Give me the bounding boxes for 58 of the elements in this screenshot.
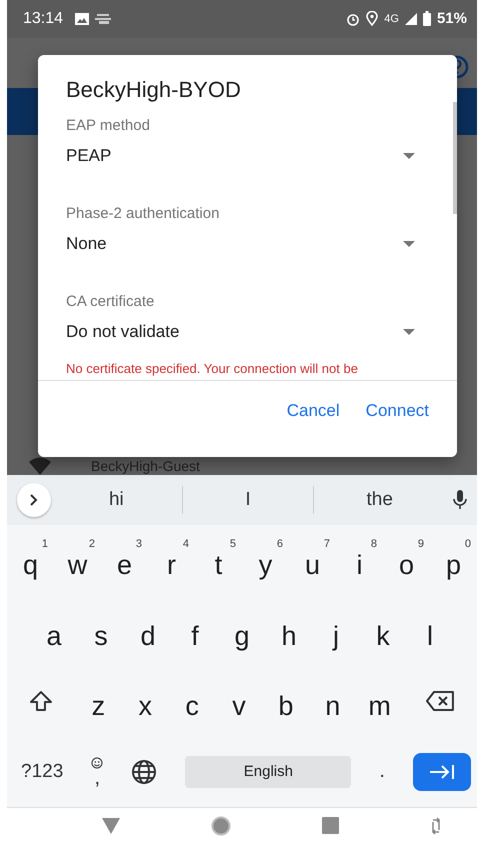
field-label: EAP method [66,116,150,134]
image-icon [75,12,90,25]
key[interactable]: b [262,679,310,724]
home-icon[interactable] [211,816,232,836]
key[interactable]: c [168,679,216,724]
warning-text: No certificate specified. Your connection will not be [38,360,457,381]
notification-icon [95,12,112,25]
recents-icon[interactable] [322,817,339,834]
network-type: 4G [384,12,399,25]
next-button[interactable] [413,752,471,791]
dropdown[interactable]: None [66,222,457,279]
dropdown-caret-icon [403,152,415,159]
key[interactable]: k [360,608,406,653]
comma-key[interactable]: , [94,768,100,787]
key[interactable]: x [122,679,169,724]
suggestion[interactable]: the [314,488,446,511]
shift-icon[interactable] [29,690,53,712]
key[interactable]: g [218,608,266,653]
microphone-icon[interactable] [453,490,468,510]
expand-toolbar-button[interactable] [17,482,51,517]
dropdown[interactable]: PEAP [66,134,457,191]
key[interactable]: m [356,679,404,724]
signal-icon [404,12,417,25]
key[interactable]: a [30,608,78,653]
wifi-icon [29,457,51,476]
back-icon[interactable] [102,818,120,834]
clock: 13:14 [23,10,64,28]
key[interactable]: v [216,679,262,724]
key[interactable]: f [172,608,218,653]
suggestion[interactable]: hi [51,488,182,511]
dialog-button[interactable]: Connect [358,394,437,427]
period-key[interactable]: . [379,760,385,784]
suggestion[interactable]: I [182,488,314,511]
chevron-right-icon [30,494,38,506]
dialog-title: BeckyHigh-BYOD [66,76,242,103]
key[interactable]: n [309,679,356,724]
field-label: Phase-2 authentication [66,204,220,222]
battery-percentage: 51% [436,10,467,28]
backspace-icon[interactable] [425,690,455,712]
alarm-icon [346,12,360,26]
symbols-key[interactable]: ?123 [21,760,64,783]
rotate-icon[interactable] [430,816,442,835]
field-label: CA certificate [66,292,154,310]
dropdown-caret-icon [403,240,415,247]
globe-icon[interactable] [131,758,158,785]
arrow-to-bar-icon [429,764,455,779]
dialog-button[interactable]: Cancel [278,394,348,427]
battery-icon [422,11,431,26]
key[interactable]: j [312,608,360,653]
space-bar[interactable]: English [185,756,352,788]
emoji-icon [91,756,104,769]
location-icon [366,11,378,26]
key[interactable]: z [74,679,122,724]
dropdown-caret-icon [403,328,415,335]
key[interactable]: l [406,608,454,653]
key[interactable]: h [266,608,312,653]
key[interactable]: s [78,608,124,653]
key[interactable]: d [124,608,172,653]
